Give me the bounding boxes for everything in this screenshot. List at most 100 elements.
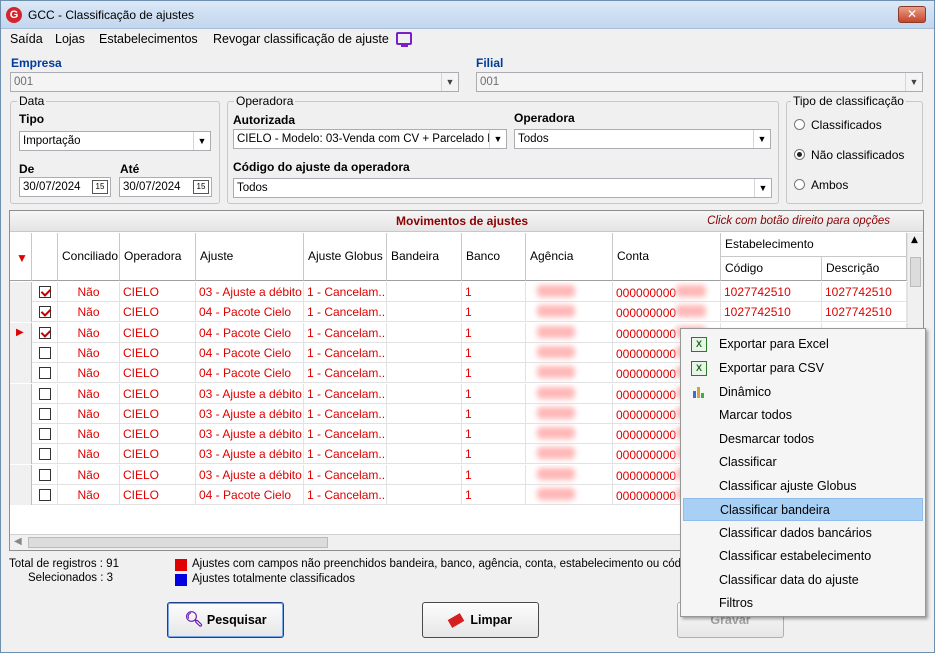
menu-revogar[interactable]: Revogar classificação de ajuste xyxy=(213,32,389,46)
menu-bar: Saída Lojas Estabelecimentos Revogar cla… xyxy=(1,29,934,51)
legend-red-swatch xyxy=(175,559,187,571)
header-ajuste-globus[interactable]: Ajuste Globus xyxy=(304,233,387,281)
empresa-value: 001 xyxy=(14,76,34,88)
header-check[interactable] xyxy=(32,233,58,281)
ctx-classificar-dados-bancarios[interactable]: Classificar dados bancários xyxy=(683,522,923,545)
table-row[interactable]: Não CIELO 04 - Pacote Cielo 1 - Cancelam...… xyxy=(10,302,907,323)
empresa-select[interactable]: 001 ▼ xyxy=(10,72,459,92)
cell-agencia xyxy=(526,383,613,404)
ctx-dinamico[interactable]: Dinâmico xyxy=(683,381,923,404)
header-agencia[interactable]: Agência xyxy=(526,233,613,281)
limpar-button[interactable]: Limpar xyxy=(422,602,539,638)
menu-estabelecimentos[interactable]: Estabelecimentos xyxy=(99,32,198,46)
header-ajuste[interactable]: Ajuste xyxy=(196,233,304,281)
codigo-select[interactable]: Todos ▼ xyxy=(233,178,772,198)
ate-label: Até xyxy=(120,162,140,176)
header-operadora[interactable]: Operadora xyxy=(120,233,196,281)
ctx-classificar-data[interactable]: Classificar data do ajuste xyxy=(683,569,923,592)
sel-label: Selecionados : xyxy=(28,572,104,584)
filial-select[interactable]: 001 ▼ xyxy=(476,72,923,92)
row-checkbox[interactable] xyxy=(38,346,51,359)
calendar-icon[interactable]: 15 xyxy=(92,180,108,194)
row-checkbox[interactable] xyxy=(38,286,51,298)
menu-lojas[interactable]: Lojas xyxy=(55,32,85,46)
row-checkbox-cell xyxy=(32,363,58,384)
chevron-up-icon[interactable]: ▲ xyxy=(911,235,918,245)
ctx-label: Classificar ajuste Globus xyxy=(719,479,857,493)
chevron-down-icon: ▼ xyxy=(905,73,922,91)
cell-ajuste: 04 - Pacote Cielo xyxy=(196,485,304,505)
sort-indicator-icon[interactable]: ▼ xyxy=(10,233,32,281)
ctx-classificar[interactable]: Classificar xyxy=(683,451,923,474)
operadora-select[interactable]: Todos ▼ xyxy=(514,129,771,149)
row-checkbox[interactable] xyxy=(38,306,51,319)
row-checkbox[interactable] xyxy=(38,489,51,501)
cell-agencia xyxy=(526,302,613,323)
ctx-desmarcar-todos[interactable]: Desmarcar todos xyxy=(683,428,923,451)
autorizada-select[interactable]: CIELO - Modelo: 03-Venda com CV + Parcel… xyxy=(233,129,507,149)
radio-nao-classificados[interactable]: Não classificados xyxy=(794,148,904,162)
header-banco[interactable]: Banco xyxy=(462,233,526,281)
pesquisar-button[interactable]: 🔍︎ Pesquisar xyxy=(167,602,284,638)
radio-label: Classificados xyxy=(811,118,882,132)
scroll-thumb[interactable] xyxy=(910,257,921,287)
row-checkbox-cell xyxy=(32,403,58,424)
chevron-left-icon[interactable]: ◀ xyxy=(14,536,22,547)
row-checkbox[interactable] xyxy=(38,326,51,339)
conta-value: 000000000 xyxy=(616,387,677,402)
cell-conciliado: Não xyxy=(58,464,120,485)
row-checkbox[interactable] xyxy=(38,387,51,400)
redacted-value xyxy=(537,345,575,358)
conta-value: 000000000 xyxy=(616,448,677,463)
current-row-icon: ▶ xyxy=(16,326,24,338)
cell-conta: 000000000 xyxy=(613,282,721,302)
radio-dot xyxy=(794,119,805,130)
calendar-icon[interactable]: 15 xyxy=(193,180,209,194)
cell-ajuste: 03 - Ajuste a débito xyxy=(196,282,304,302)
tipo-select[interactable]: Importação ▼ xyxy=(19,131,211,151)
table-row[interactable]: Não CIELO 03 - Ajuste a débito 1 - Cancelam… xyxy=(10,282,907,302)
ctx-marcar-todos[interactable]: Marcar todos xyxy=(683,404,923,427)
ctx-label: Exportar para Excel xyxy=(719,337,829,351)
row-checkbox[interactable] xyxy=(38,448,51,461)
row-checkbox[interactable] xyxy=(38,367,51,380)
header-codigo[interactable]: Código xyxy=(721,257,822,281)
excel-icon: X xyxy=(691,337,707,352)
chevron-down-icon: ▼ xyxy=(441,73,458,91)
ctx-filtros[interactable]: Filtros xyxy=(683,592,923,615)
de-value: 30/07/2024 xyxy=(23,181,81,193)
ctx-exportar-csv[interactable]: X Exportar para CSV xyxy=(683,357,923,380)
ctx-classificar-bandeira[interactable]: Classificar bandeira xyxy=(683,498,923,521)
cell-operadora: CIELO xyxy=(120,302,196,323)
row-checkbox-cell xyxy=(32,383,58,404)
eraser-icon xyxy=(447,613,465,629)
cell-operadora: CIELO xyxy=(120,424,196,445)
ctx-classificar-estabelecimento[interactable]: Classificar estabelecimento xyxy=(683,545,923,568)
header-bandeira[interactable]: Bandeira xyxy=(387,233,462,281)
tipo-value: Importação xyxy=(23,135,81,147)
row-checkbox[interactable] xyxy=(38,407,51,420)
radio-ambos[interactable]: Ambos xyxy=(794,178,848,192)
cell-banco: 1 xyxy=(462,424,526,445)
close-button[interactable]: ✕ xyxy=(898,6,926,23)
radio-classificados[interactable]: Classificados xyxy=(794,118,882,132)
conta-value: 000000000 xyxy=(616,346,677,361)
monitor-icon[interactable] xyxy=(396,32,412,47)
header-conta[interactable]: Conta xyxy=(613,233,721,281)
cell-bandeira xyxy=(387,444,462,465)
ctx-label: Classificar dados bancários xyxy=(719,526,872,540)
row-checkbox[interactable] xyxy=(38,468,51,481)
menu-saida[interactable]: Saída xyxy=(10,32,43,46)
header-descricao[interactable]: Descrição xyxy=(822,257,907,281)
de-date-input[interactable]: 30/07/2024 15 xyxy=(19,177,111,197)
row-checkbox[interactable] xyxy=(38,428,51,441)
scroll-thumb[interactable] xyxy=(28,537,328,548)
ctx-exportar-excel[interactable]: X Exportar para Excel xyxy=(683,333,923,356)
header-conciliado[interactable]: Conciliado xyxy=(58,233,120,281)
cell-globus: 1 - Cancelam... xyxy=(304,403,387,424)
main-window: G GCC - Classificação de ajustes ✕ Saída… xyxy=(0,0,935,653)
ctx-classificar-ajuste-globus[interactable]: Classificar ajuste Globus xyxy=(683,475,923,498)
ate-date-input[interactable]: 30/07/2024 15 xyxy=(119,177,212,197)
cell-conciliado: Não xyxy=(58,342,120,363)
cell-banco: 1 xyxy=(462,302,526,323)
